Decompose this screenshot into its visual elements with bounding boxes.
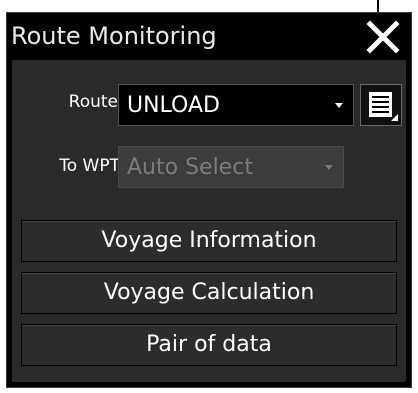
route-label: Route [68, 92, 118, 112]
voyage-calculation-button[interactable]: Voyage Calculation [21, 272, 397, 314]
route-select-value: UNLOAD [127, 92, 220, 118]
route-monitoring-panel: Route Monitoring Route UNLOAD To WPT Aut… [6, 12, 412, 388]
route-list-menu-button[interactable] [360, 84, 402, 126]
list-menu-icon [369, 92, 398, 121]
close-button[interactable] [361, 16, 405, 58]
title-bar: Route Monitoring [7, 13, 411, 59]
to-wpt-select-value: Auto Select [127, 154, 253, 180]
panel-title: Route Monitoring [11, 22, 217, 50]
route-select[interactable]: UNLOAD [118, 84, 354, 126]
close-icon [366, 20, 400, 54]
chevron-down-icon [325, 165, 333, 170]
chevron-down-icon [335, 103, 343, 108]
panel-body: Route UNLOAD To WPT Auto Select Voyage I… [12, 60, 406, 382]
pair-of-data-button[interactable]: Pair of data [21, 324, 397, 366]
to-wpt-label: To WPT [59, 156, 120, 176]
voyage-information-button[interactable]: Voyage Information [21, 220, 397, 262]
screen: Route Monitoring Route UNLOAD To WPT Aut… [0, 0, 418, 393]
to-wpt-select[interactable]: Auto Select [118, 146, 344, 188]
